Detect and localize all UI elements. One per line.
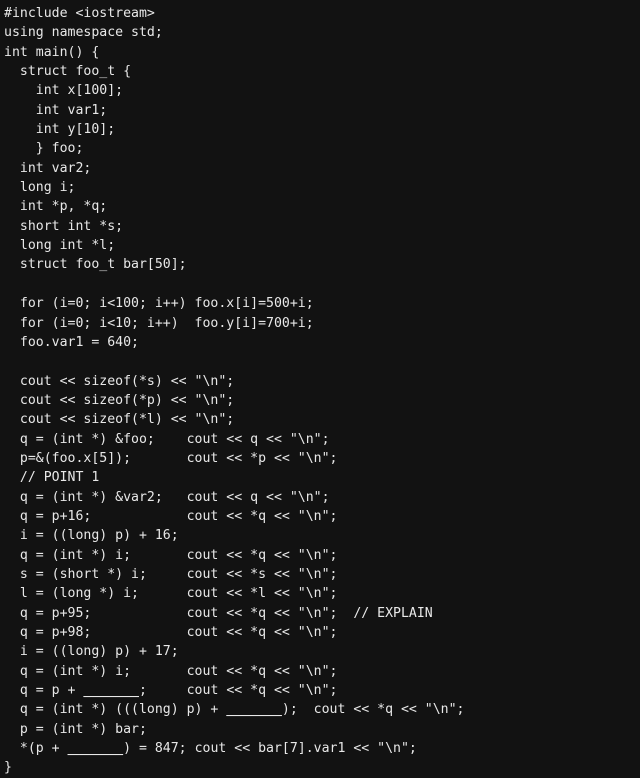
code-line: int *p, *q; (4, 199, 108, 215)
code-line: i = ((long) p) + 17; (4, 644, 179, 660)
code-line: #include <iostream> (4, 6, 155, 21)
code-line: for (i=0; i<100; i++) foo.x[i]=500+i; (4, 296, 314, 312)
code-line: short int *s; (4, 218, 124, 234)
code-line: i = ((long) p) + 16; (4, 528, 179, 544)
code-line: } (4, 760, 12, 776)
code-line: s = (short *) i; cout << *s << "\n"; (4, 566, 338, 582)
code-line: q = (int *) &var2; cout << q << "\n"; (4, 489, 330, 505)
code-line: q = (int *) &foo; cout << q << "\n"; (4, 431, 330, 447)
code-line: int y[10]; (4, 122, 116, 138)
code-line: int x[100]; (4, 83, 124, 99)
code-line: p=&(foo.x[5]); cout << *p << "\n"; (4, 450, 338, 466)
code-line: q = p+16; cout << *q << "\n"; (4, 508, 338, 524)
code-line: q = (int *) i; cout << *q << "\n"; (4, 547, 338, 563)
code-line: q = (int *) (((long) p) + _______); cout… (4, 702, 465, 718)
code-line: q = p + _______; cout << *q << "\n"; (4, 683, 338, 699)
answer-blank: _______ (67, 741, 124, 757)
code-line: } foo; (4, 141, 84, 157)
code-line: foo.var1 = 640; (4, 334, 139, 350)
code-line: for (i=0; i<10; i++) foo.y[i]=700+i; (4, 315, 314, 331)
code-line: q = (int *) i; cout << *q << "\n"; (4, 663, 338, 679)
answer-blank: _______ (226, 702, 282, 718)
code-line: p = (int *) bar; (4, 721, 147, 737)
code-line: cout << sizeof(*l) << "\n"; (4, 412, 235, 428)
code-line: *(p + _______) = 847; cout << bar[7].var… (4, 741, 417, 757)
code-line: struct foo_t { (4, 64, 132, 80)
code-line: // POINT 1 (4, 470, 100, 486)
code-line: q = p+95; cout << *q << "\n"; // EXPLAIN (4, 605, 433, 621)
code-listing: #include <iostream> using namespace std; i… (0, 0, 640, 778)
code-line: struct foo_t bar[50]; (4, 257, 187, 273)
code-line: cout << sizeof(*s) << "\n"; (4, 373, 235, 389)
code-line: int var1; (4, 102, 108, 118)
code-line: l = (long *) i; cout << *l << "\n"; (4, 586, 338, 602)
code-line: int main() { (4, 44, 100, 60)
code-line: cout << sizeof(*p) << "\n"; (4, 392, 235, 408)
answer-blank: _______ (83, 683, 139, 699)
code-line: long int *l; (4, 238, 116, 254)
code-line: using namespace std; (4, 25, 163, 41)
code-line: long i; (4, 180, 76, 196)
code-line: q = p+98; cout << *q << "\n"; (4, 625, 338, 640)
code-line: int var2; (4, 160, 92, 176)
